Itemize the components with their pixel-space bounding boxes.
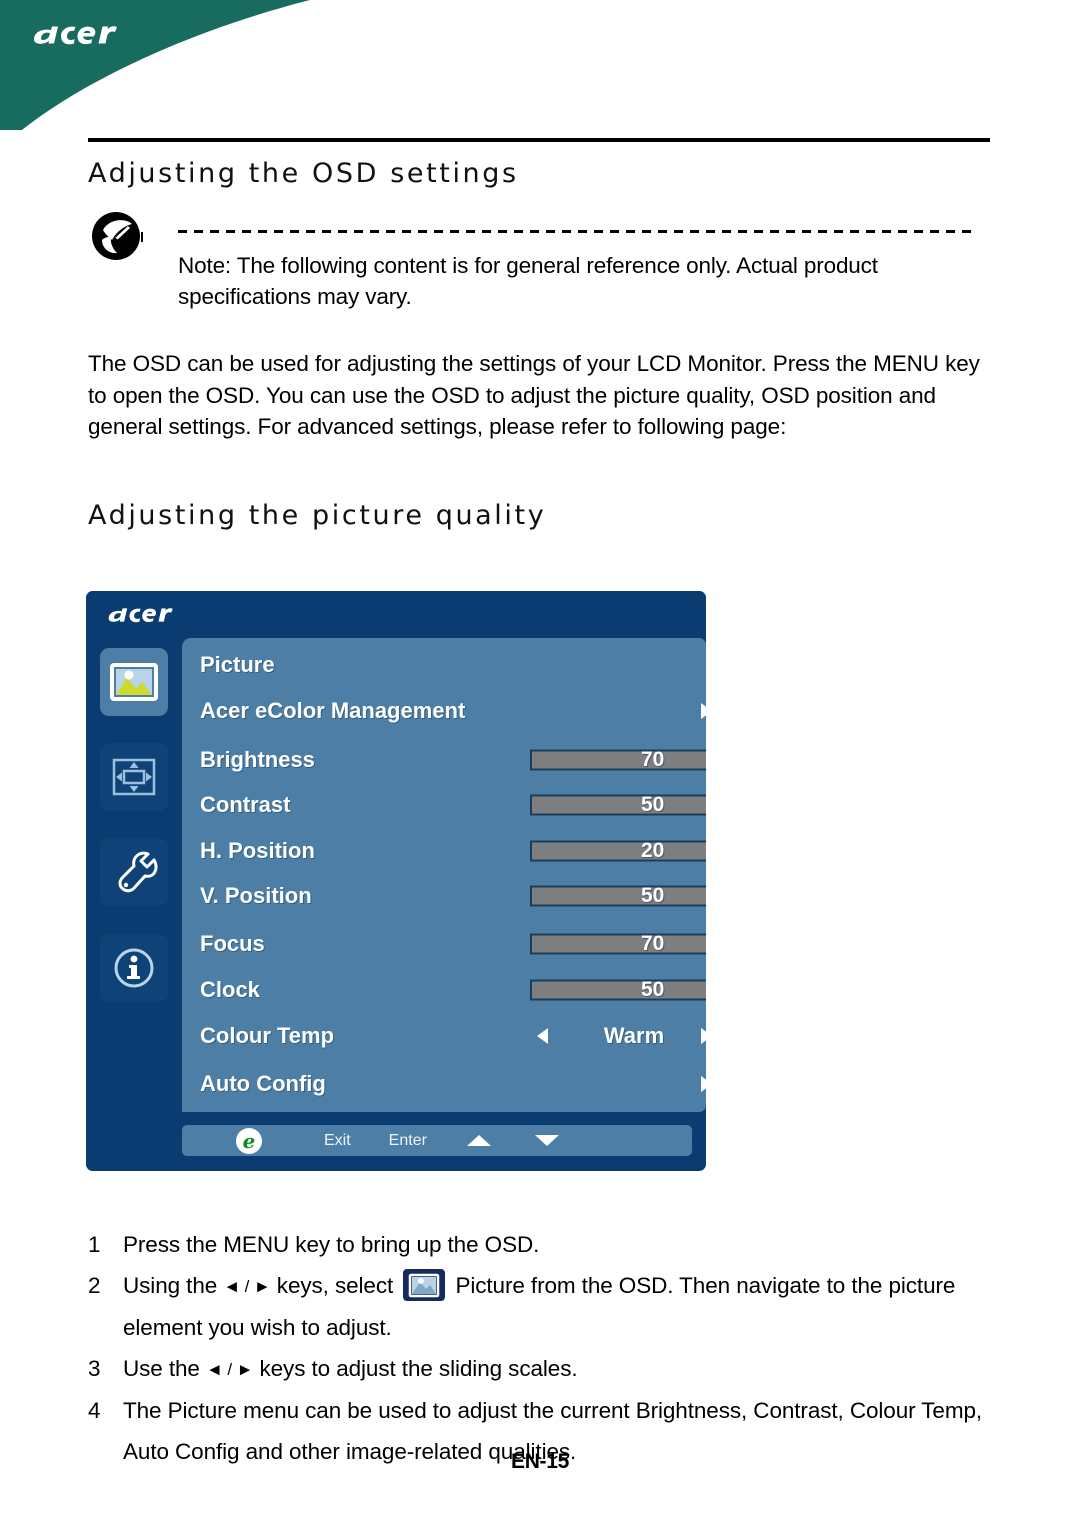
osd-slider-brightness[interactable] — [530, 749, 706, 771]
note-dashed-rule — [178, 230, 978, 233]
osd-sidebar — [86, 638, 182, 1171]
step-number: 1 — [88, 1232, 101, 1257]
osd-label-ecolor: Acer eColor Management — [200, 698, 466, 723]
header-banner — [0, 0, 1080, 130]
osd-slider-focus[interactable] — [530, 933, 706, 955]
sidebar-item-picture[interactable] — [100, 648, 168, 716]
osd-label-hposition: H. Position — [200, 838, 315, 863]
page-divider — [88, 138, 990, 142]
step-2: 2 Using the ◄ / ► keys, select Picture f… — [88, 1265, 993, 1348]
step-3: 3 Use the ◄ / ► keys to adjust the slidi… — [88, 1348, 993, 1390]
chevron-left-icon[interactable] — [537, 1028, 548, 1044]
osd-row-vposition[interactable]: V. Position — [182, 873, 706, 919]
osd-label-clock: Clock — [200, 977, 260, 1002]
osd-row-clock[interactable]: Clock — [182, 967, 706, 1013]
wrench-icon — [118, 851, 158, 893]
osd-acer-logo — [108, 608, 173, 623]
sidebar-item-osd[interactable] — [100, 743, 168, 811]
chevron-right-icon — [701, 1076, 706, 1092]
step-text: Press the MENU key to bring up the OSD. — [123, 1232, 540, 1257]
picture-icon — [110, 663, 158, 701]
step2-text-mid: keys, select — [270, 1273, 400, 1298]
osd-slider-vposition[interactable] — [530, 885, 706, 907]
intro-paragraph: The OSD can be used for adjusting the se… — [88, 351, 980, 439]
osd-label-colourtemp: Colour Temp — [200, 1023, 335, 1048]
step-text: Using the ◄ / ► keys, select Picture fro… — [88, 1265, 993, 1348]
osd-row-autoconfig[interactable]: Auto Config — [182, 1061, 706, 1107]
osd-slider-hposition[interactable] — [530, 840, 706, 862]
information-icon — [114, 948, 154, 988]
chevron-right-icon — [701, 703, 706, 719]
osd-row-brightness[interactable]: Brightness — [182, 737, 706, 783]
left-right-keys-icon: ◄ / ► — [206, 1360, 254, 1379]
note-text: Note: The following content is for gener… — [178, 253, 878, 309]
step-number: 2 — [88, 1273, 101, 1298]
osd-titlebar — [86, 591, 706, 638]
osd-section-heading: Picture — [200, 652, 275, 677]
osd-enter-label[interactable]: Enter — [389, 1132, 427, 1150]
step3-text-after: keys to adjust the sliding scales. — [253, 1356, 578, 1381]
osd-heading-row: Picture — [182, 642, 706, 688]
osd-value-colourtemp: Warm — [603, 1023, 665, 1048]
step-number: 4 — [88, 1398, 101, 1423]
step3-text-before: Use the — [123, 1356, 206, 1381]
osd-footer-bar: e Exit Enter — [182, 1125, 692, 1156]
sidebar-item-information[interactable] — [100, 934, 168, 1002]
acer-note-icon — [92, 212, 143, 260]
osd-label-focus: Focus — [200, 931, 265, 956]
osd-row-contrast[interactable]: Contrast — [182, 782, 706, 828]
instruction-steps: 1 Press the MENU key to bring up the OSD… — [88, 1224, 993, 1472]
osd-row-hposition[interactable]: H. Position — [182, 828, 706, 874]
osd-slider-clock[interactable] — [530, 979, 706, 1001]
osd-slider-contrast[interactable] — [530, 794, 706, 816]
osd-menu-screenshot: Picture Acer eColor Management Brightnes… — [86, 591, 706, 1171]
page-number: EN-15 — [510, 1450, 570, 1473]
osd-label-autoconfig: Auto Config — [200, 1071, 326, 1096]
osd-row-colourtemp[interactable]: Colour Temp Warm — [182, 1013, 706, 1059]
acer-e-logo-icon: e — [236, 1127, 262, 1154]
step-number: 3 — [88, 1356, 101, 1381]
picture-icon — [403, 1269, 446, 1301]
acer-logo — [34, 26, 117, 45]
header-swoosh-shape — [0, 0, 310, 130]
osd-row-ecolor[interactable]: Acer eColor Management — [182, 688, 706, 734]
chevron-right-icon[interactable] — [701, 1028, 706, 1044]
step-text: Use the ◄ / ► keys to adjust the sliding… — [88, 1348, 993, 1390]
page-title: Adjusting the OSD settings — [88, 158, 519, 189]
osd-label-vposition: V. Position — [200, 883, 312, 908]
left-right-keys-icon: ◄ / ► — [223, 1277, 271, 1296]
osd-position-icon — [112, 758, 156, 796]
osd-exit-label[interactable]: Exit — [324, 1132, 351, 1150]
arrow-up-icon[interactable] — [466, 1135, 491, 1146]
step2-text-before: Using the — [123, 1273, 224, 1298]
step-1: 1 Press the MENU key to bring up the OSD… — [88, 1224, 993, 1265]
arrow-down-icon[interactable] — [534, 1135, 559, 1146]
sidebar-item-setting[interactable] — [100, 838, 168, 906]
section-subtitle: Adjusting the picture quality — [88, 500, 547, 531]
osd-label-brightness: Brightness — [200, 747, 315, 772]
osd-row-focus[interactable]: Focus — [182, 921, 706, 967]
osd-label-contrast: Contrast — [200, 792, 291, 817]
picture-icon-glyph — [409, 1273, 440, 1298]
osd-content-panel: Picture Acer eColor Management Brightnes… — [182, 638, 706, 1112]
